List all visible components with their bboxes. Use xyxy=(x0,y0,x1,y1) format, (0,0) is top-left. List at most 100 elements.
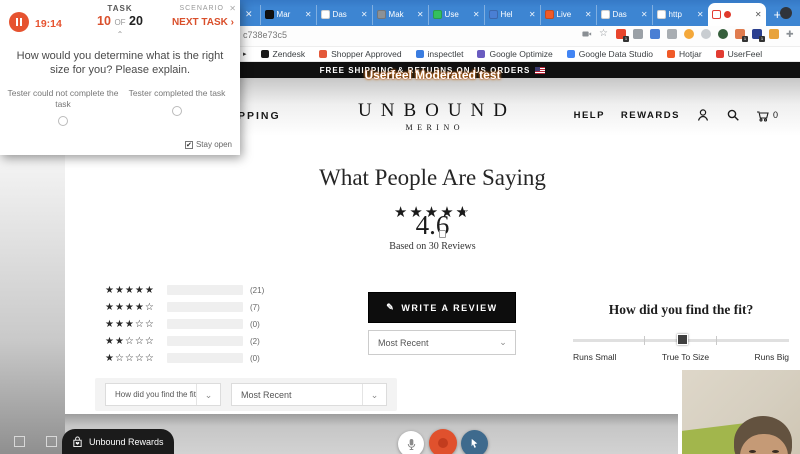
bookmark-google-data-studio[interactable]: Google Data Studio xyxy=(567,49,653,59)
histogram-stars: ★☆☆☆☆ xyxy=(105,353,167,364)
extension-navy-icon[interactable]: 1 xyxy=(752,29,762,39)
browser-tab[interactable]: Mak✕ xyxy=(372,5,428,25)
histogram-row-4-star[interactable]: ★★★★☆(7) xyxy=(105,300,325,314)
tab-close-icon[interactable]: ✕ xyxy=(641,10,648,19)
browser-tab[interactable]: http✕ xyxy=(652,5,708,25)
tab-close-icon[interactable]: ✕ xyxy=(697,10,704,19)
bookmark-google-optimize[interactable]: Google Optimize xyxy=(477,49,552,59)
extension-light-icon[interactable] xyxy=(701,29,711,39)
stay-open-control[interactable]: ✔ Stay open xyxy=(185,140,232,149)
bookmark-userfeel[interactable]: UserFeel xyxy=(716,49,762,59)
fit-filter-value: How did you find the fit? xyxy=(106,390,196,399)
microphone-icon xyxy=(406,438,417,451)
browser-tab[interactable]: Hel✕ xyxy=(484,5,540,25)
nav-help-link[interactable]: HELP xyxy=(574,110,605,121)
record-button[interactable] xyxy=(429,429,457,454)
tab-favicon xyxy=(601,10,610,19)
pencil-icon: ✎ xyxy=(386,302,395,313)
pencil-icon[interactable] xyxy=(769,29,779,39)
tab-close-icon[interactable]: ✕ xyxy=(585,10,592,19)
tab-capture-camera-icon[interactable] xyxy=(582,29,592,39)
collapse-chevron-icon[interactable]: ⌃ xyxy=(0,30,240,39)
bookmark-favicon xyxy=(319,50,327,58)
option-success-label: Tester completed the task xyxy=(129,88,226,98)
extension-gray2-icon[interactable] xyxy=(667,29,677,39)
account-icon[interactable] xyxy=(696,108,710,122)
close-icon[interactable]: ✕ xyxy=(229,4,236,13)
profile-circle-icon[interactable] xyxy=(780,7,792,19)
stay-open-checkbox[interactable]: ✔ xyxy=(185,141,193,149)
tab-close-icon[interactable]: ✕ xyxy=(529,10,536,19)
extension-green-icon[interactable] xyxy=(718,29,728,39)
histogram-row-5-star[interactable]: ★★★★★(21) xyxy=(105,283,325,297)
extension-gray-icon[interactable] xyxy=(633,29,643,39)
bookmark-inspectlet[interactable]: inspectlet xyxy=(416,49,464,59)
next-task-button[interactable]: NEXT TASK › xyxy=(172,17,234,28)
cart-button[interactable]: 0 xyxy=(756,109,778,122)
browser-tab[interactable]: Use✕ xyxy=(428,5,484,25)
unbound-rewards-button[interactable]: Unbound Rewards xyxy=(62,429,174,454)
histogram-stars: ★★★★★ xyxy=(105,285,167,296)
bookmark-shopper-approved[interactable]: Shopper Approved xyxy=(319,49,401,59)
write-review-button[interactable]: ✎ WRITE A REVIEW xyxy=(368,292,516,323)
chevron-down-icon: ⌄ xyxy=(362,384,386,405)
bookmark-label: inspectlet xyxy=(428,49,464,59)
tab-close-icon[interactable]: ✕ xyxy=(417,10,424,19)
scenario-link[interactable]: SCENARIO xyxy=(179,5,224,12)
tab-close-icon[interactable]: ✕ xyxy=(305,10,312,19)
option-could-not-complete: Tester could not complete the task xyxy=(6,88,120,129)
pointer-button[interactable] xyxy=(461,430,488,454)
bookmark-label: Hotjar xyxy=(679,49,702,59)
bookmark-star-icon[interactable]: ☆ xyxy=(599,29,609,39)
fit-filter-dropdown[interactable]: How did you find the fit? ⌄ xyxy=(105,383,221,406)
extension-blue-icon[interactable] xyxy=(650,29,660,39)
task-of: OF xyxy=(114,18,125,27)
bookmark-zendesk[interactable]: Zendesk xyxy=(261,49,306,59)
sort-dropdown[interactable]: Most Recent ⌄ xyxy=(368,330,516,355)
bookmark-hotjar[interactable]: Hotjar xyxy=(667,49,702,59)
nav-rewards-link[interactable]: REWARDS xyxy=(621,110,680,121)
task-number: 10 xyxy=(97,14,111,28)
histogram-row-3-star[interactable]: ★★★☆☆(0) xyxy=(105,317,325,331)
partial-tab-close-icon[interactable]: ✕ xyxy=(243,9,260,20)
tab-close-icon[interactable]: ✕ xyxy=(473,10,480,19)
stay-open-label: Stay open xyxy=(196,140,232,149)
extension-salmon-icon[interactable]: 1 xyxy=(735,29,745,39)
browser-tab[interactable]: Das✕ xyxy=(316,5,372,25)
tab-close-icon[interactable]: ✕ xyxy=(361,10,368,19)
active-tab-recording[interactable]: ✕ xyxy=(708,3,766,26)
bookmarks-arrow-icon[interactable]: ▸ xyxy=(243,50,247,58)
fit-label-runs-big: Runs Big xyxy=(755,352,790,362)
tab-close-icon[interactable]: ✕ xyxy=(755,10,762,19)
extension-orange-icon[interactable] xyxy=(684,29,694,39)
fit-slider-tick xyxy=(644,336,645,345)
browser-tab[interactable]: Mar✕ xyxy=(260,5,316,25)
histogram-row-1-star[interactable]: ★☆☆☆☆(0) xyxy=(105,351,325,365)
search-icon[interactable] xyxy=(726,108,740,122)
extension-red-icon[interactable]: 1 xyxy=(616,29,626,39)
fit-slider-handle[interactable] xyxy=(677,334,688,345)
task-total: 20 xyxy=(129,14,143,28)
histogram-stars: ★★★★☆ xyxy=(105,302,167,313)
cart-count: 0 xyxy=(773,110,778,120)
extensions-puzzle-icon[interactable]: ✚ xyxy=(786,29,796,39)
tab-favicon xyxy=(321,10,330,19)
tab-favicon xyxy=(657,10,666,19)
based-on-reviews[interactable]: Based on 30 Reviews xyxy=(65,241,800,252)
histogram-bar-track xyxy=(167,285,243,295)
microphone-button[interactable] xyxy=(398,431,424,454)
taskbar-square-icon xyxy=(14,436,25,447)
browser-tab[interactable]: Das✕ xyxy=(596,5,652,25)
option-completed: Tester completed the task xyxy=(120,88,234,129)
tab-label: Live xyxy=(557,10,582,19)
sort-filter-dropdown[interactable]: Most Recent ⌄ xyxy=(231,383,387,406)
fit-label-true-to-size: True To Size xyxy=(662,352,709,362)
browser-tab[interactable]: Live✕ xyxy=(540,5,596,25)
radio-completed[interactable] xyxy=(172,106,182,116)
radio-could-not-complete[interactable] xyxy=(58,116,68,126)
address-bar-url[interactable]: c738e73c5 xyxy=(243,30,287,40)
histogram-row-2-star[interactable]: ★★☆☆☆(2) xyxy=(105,334,325,348)
tab-label: Mak xyxy=(389,10,414,19)
fit-summary-block: How did you find the fit? Runs SmallTrue… xyxy=(573,302,789,362)
fit-slider[interactable] xyxy=(573,335,789,346)
